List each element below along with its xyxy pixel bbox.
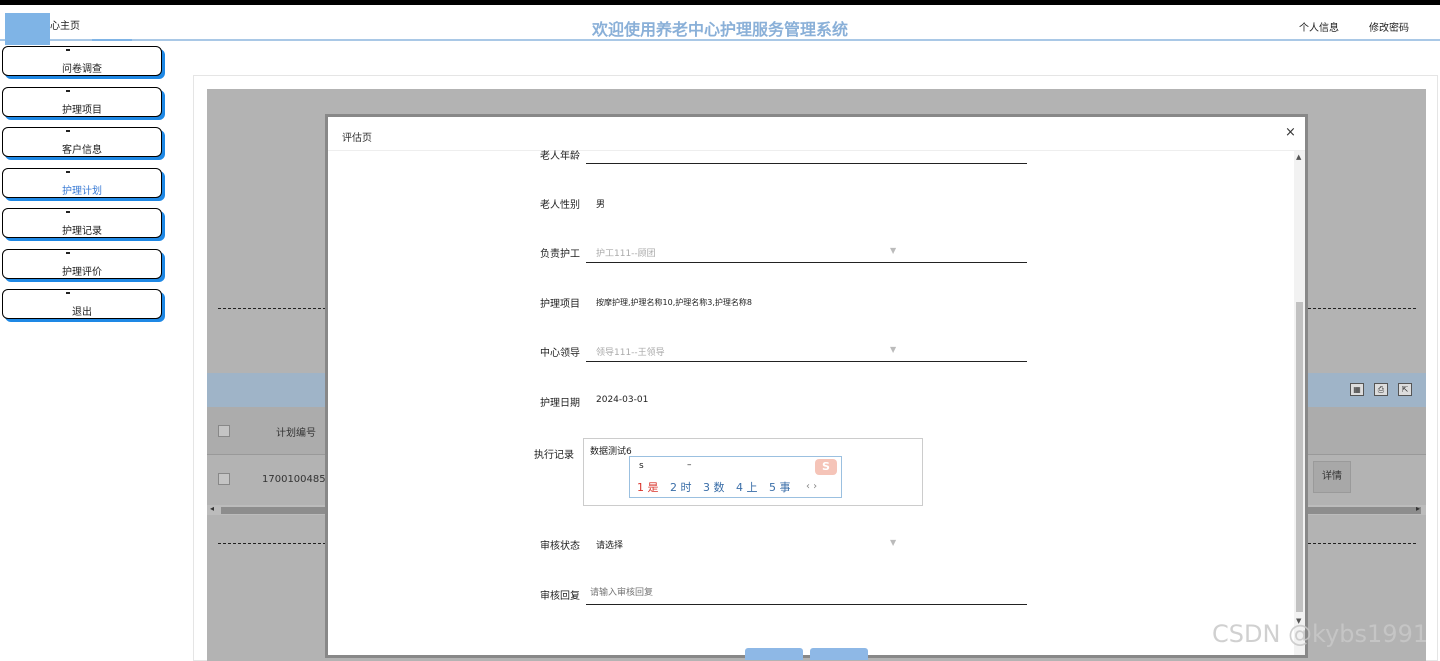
- confirm-button[interactable]: [745, 648, 803, 660]
- grid-icon[interactable]: ▦: [1350, 383, 1364, 396]
- watermark: CSDN @kybs1991: [1212, 620, 1429, 648]
- leader-underline: [586, 361, 1027, 362]
- exec-record-label: 执行记录: [534, 450, 574, 461]
- chevron-down-icon[interactable]: ▼: [890, 345, 896, 354]
- detail-button[interactable]: 详情: [1313, 461, 1351, 493]
- sidebar-item-label: 护理记录: [62, 226, 102, 237]
- nurse-select[interactable]: 护工111--顾团: [596, 246, 656, 259]
- column-header-plan-code[interactable]: 计划编号: [276, 424, 316, 439]
- dot-icon: [66, 211, 70, 213]
- change-password-link[interactable]: 修改密码: [1369, 19, 1409, 34]
- page-title: 欢迎使用养老中心护理服务管理系统: [591, 20, 848, 39]
- app-header: 心主页 欢迎使用养老中心护理服务管理系统 个人信息 修改密码: [0, 5, 1440, 45]
- care-items-value: 按摩护理,护理名称10,护理名称3,护理名称8: [596, 298, 752, 307]
- close-icon[interactable]: ×: [1285, 125, 1296, 140]
- row-checkbox[interactable]: [218, 473, 230, 485]
- review-status-label: 审核状态: [540, 541, 580, 552]
- dot-icon: [66, 130, 70, 132]
- scroll-up-icon[interactable]: ▲: [1296, 153, 1301, 161]
- chevron-down-icon[interactable]: ▼: [890, 246, 896, 255]
- sidebar-item-care-evaluation[interactable]: 护理评价: [2, 249, 162, 279]
- ime-candidate[interactable]: 1 是: [637, 479, 659, 495]
- sidebar-item-care-plan[interactable]: 护理计划: [2, 168, 162, 198]
- nurse-underline: [586, 262, 1027, 263]
- care-date-label: 护理日期: [540, 398, 580, 409]
- care-items-label: 护理项目: [540, 299, 580, 310]
- sidebar-item-care-projects[interactable]: 护理项目: [2, 87, 162, 117]
- leader-select[interactable]: 领导111--王领导: [596, 345, 665, 358]
- scroll-left-icon[interactable]: ◂: [210, 504, 214, 513]
- dot-icon: [66, 292, 70, 294]
- cell-plan-code: 17001004852: [262, 474, 332, 485]
- sidebar-item-logout[interactable]: 退出: [2, 289, 162, 319]
- cancel-button[interactable]: [810, 648, 868, 660]
- dot-icon: [66, 171, 70, 173]
- sidebar-item-label: 护理评价: [62, 267, 102, 278]
- select-all-checkbox[interactable]: [218, 425, 230, 437]
- sidebar-item-label: 护理项目: [62, 105, 102, 116]
- elder-age-underline: [586, 163, 1027, 164]
- dialog-scrollbar-thumb[interactable]: [1296, 302, 1303, 612]
- review-status-select[interactable]: 请选择: [596, 538, 623, 551]
- leader-label: 中心领导: [540, 348, 580, 359]
- review-reply-input[interactable]: [590, 583, 1020, 603]
- ime-composition: s: [639, 461, 644, 471]
- dot-icon: [66, 252, 70, 254]
- evaluation-dialog: 评估页 × 老人年龄 老人性别 男 负责护工 护工111--顾团 ▼ 护理项目 …: [325, 114, 1308, 660]
- ime-candidate[interactable]: 3 数: [703, 479, 725, 495]
- sidebar-item-survey[interactable]: 问卷调查: [2, 46, 162, 76]
- sidebar-item-label: 护理计划: [62, 186, 102, 197]
- exec-record-text: 数据测试6: [590, 447, 632, 457]
- review-reply-underline: [586, 604, 1027, 605]
- ime-candidate[interactable]: 5 事: [769, 479, 791, 495]
- ime-candidate[interactable]: 2 时: [670, 479, 692, 495]
- ime-candidate[interactable]: 4 上: [736, 479, 758, 495]
- dot-icon: [66, 90, 70, 92]
- elder-age-label: 老人年龄: [540, 151, 580, 162]
- review-reply-label: 审核回复: [540, 591, 580, 602]
- chevron-down-icon[interactable]: ▼: [890, 538, 896, 547]
- sidebar-item-label: 问卷调查: [62, 64, 102, 75]
- ime-cursor: –: [687, 460, 692, 470]
- sidebar-item-label: 退出: [72, 307, 92, 318]
- care-date-value: 2024-03-01: [596, 395, 649, 405]
- elder-gender-label: 老人性别: [540, 200, 580, 211]
- sidebar-item-customers[interactable]: 客户信息: [2, 127, 162, 157]
- ime-page-nav[interactable]: ‹ ›: [806, 481, 817, 492]
- dialog-title: 评估页: [342, 133, 372, 144]
- profile-link[interactable]: 个人信息: [1299, 19, 1339, 34]
- sidebar-item-care-records[interactable]: 护理记录: [2, 208, 162, 238]
- sogou-logo-icon: S: [815, 459, 837, 475]
- dialog-header-divider: [328, 150, 1305, 151]
- print-icon[interactable]: ⎙: [1374, 383, 1388, 396]
- scroll-right-icon[interactable]: ▸: [1416, 504, 1420, 513]
- export-icon[interactable]: ⇱: [1398, 383, 1412, 396]
- dot-icon: [66, 49, 70, 51]
- sidebar-item-label: 客户信息: [62, 145, 102, 156]
- nurse-label: 负责护工: [540, 249, 580, 260]
- elder-gender-value: 男: [596, 200, 606, 210]
